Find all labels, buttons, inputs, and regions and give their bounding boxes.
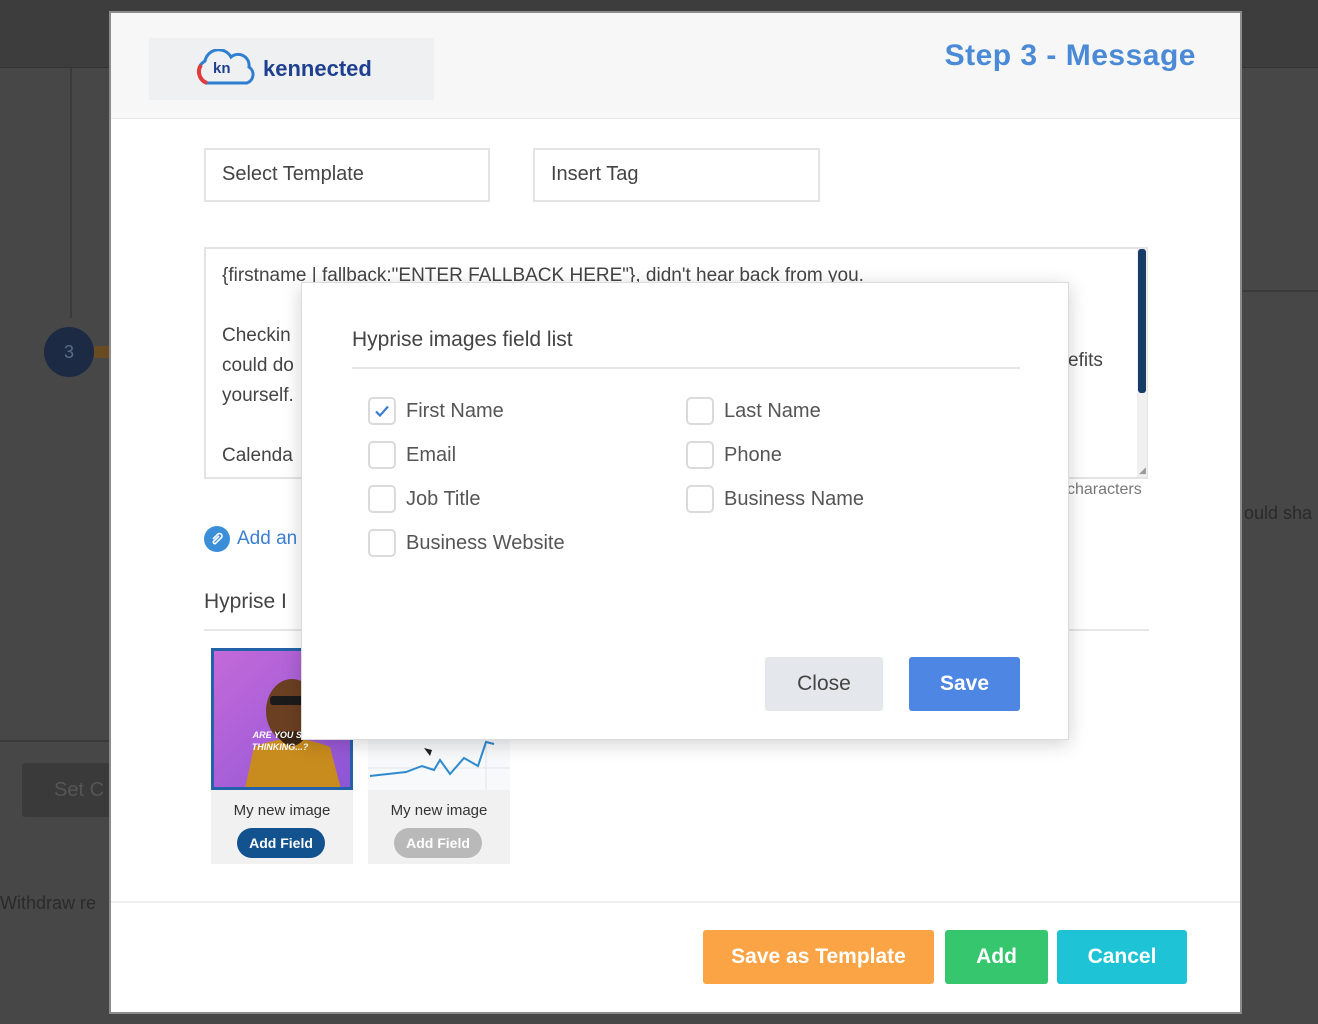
modal-header: kn kennected Step 3 - Message [111, 13, 1240, 119]
field-list-dialog: Hyprise images field list First Name Las… [301, 282, 1069, 740]
select-template-dropdown[interactable]: Select Template [204, 148, 490, 202]
checkbox-label: Business Name [724, 487, 865, 510]
background-divider [70, 68, 72, 318]
checkmark-icon [375, 405, 389, 418]
step-title: Step 3 - Message [944, 39, 1196, 72]
save-as-template-button[interactable]: Save as Template [703, 930, 934, 984]
checkbox-job-title[interactable]: Job Title [368, 485, 480, 513]
add-field-button[interactable]: Add Field [237, 828, 325, 858]
image-caption: My new image [390, 802, 488, 819]
resize-handle-icon[interactable]: ◢ [1139, 465, 1147, 475]
checkbox-label: Phone [724, 443, 782, 466]
checkbox-unchecked[interactable] [686, 441, 714, 469]
checkbox-checked[interactable] [368, 397, 396, 425]
image-caption: My new image [233, 802, 331, 819]
checkbox-unchecked[interactable] [368, 441, 396, 469]
footer-divider [111, 901, 1240, 903]
background-button: Set C [22, 763, 112, 817]
textarea-scrollbar-thumb[interactable] [1138, 249, 1146, 393]
add-attachment-label: Add an [237, 528, 298, 549]
add-field-button[interactable]: Add Field [394, 828, 482, 858]
checkbox-email[interactable]: Email [368, 441, 456, 469]
checkbox-unchecked[interactable] [368, 529, 396, 557]
add-button[interactable]: Add [945, 930, 1048, 984]
dialog-close-button[interactable]: Close [765, 657, 883, 711]
checkbox-label: Job Title [406, 487, 481, 510]
dialog-divider [352, 367, 1020, 369]
hyprise-section-label: Hyprise I [204, 590, 287, 613]
checkbox-label: Business Website [406, 531, 565, 554]
cloud-logo-icon: kn [193, 49, 257, 89]
background-divider [0, 740, 110, 742]
cancel-button[interactable]: Cancel [1057, 930, 1187, 984]
checkbox-phone[interactable]: Phone [686, 441, 782, 469]
logo-text: kennected [263, 56, 372, 81]
message-partial-text: efits [1068, 350, 1103, 371]
dialog-title: Hyprise images field list [352, 328, 573, 351]
background-divider [1242, 290, 1318, 292]
dialog-save-button[interactable]: Save [909, 657, 1020, 711]
logo: kn kennected [149, 38, 434, 100]
checkbox-unchecked[interactable] [686, 485, 714, 513]
background-step-circle: 3 [44, 327, 94, 377]
background-text: Withdraw re [0, 893, 97, 913]
add-attachment-link[interactable]: Add an [204, 526, 297, 552]
background-text-right: ould sha [1244, 503, 1313, 523]
checkbox-label: First Name [406, 399, 504, 422]
logo-badge-text: kn [213, 60, 231, 77]
checkbox-label: Last Name [724, 399, 821, 422]
checkbox-unchecked[interactable] [686, 397, 714, 425]
character-count: characters [1067, 481, 1142, 498]
checkbox-unchecked[interactable] [368, 485, 396, 513]
checkbox-last-name[interactable]: Last Name [686, 397, 821, 425]
insert-tag-dropdown[interactable]: Insert Tag [533, 148, 820, 202]
checkbox-business-name[interactable]: Business Name [686, 485, 864, 513]
checkbox-business-website[interactable]: Business Website [368, 529, 565, 557]
checkbox-first-name[interactable]: First Name [368, 397, 504, 425]
paperclip-icon [204, 526, 230, 552]
checkbox-label: Email [406, 443, 457, 466]
